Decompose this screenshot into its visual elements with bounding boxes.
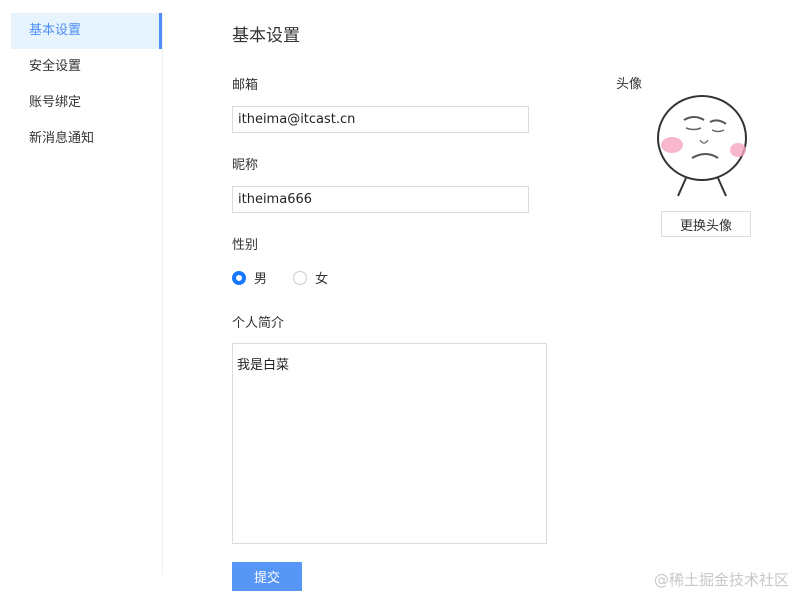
nickname-input[interactable] (232, 186, 529, 213)
gender-female-label[interactable]: 女 (315, 268, 328, 287)
submit-button[interactable]: 提交 (232, 562, 302, 591)
bio-label: 个人简介 (232, 316, 285, 331)
nickname-label: 昵称 (232, 158, 259, 173)
bio-textarea[interactable]: 我是白菜 (232, 343, 547, 544)
email-label: 邮箱 (232, 78, 259, 93)
sidebar-item-notifications[interactable]: 新消息通知 (11, 121, 162, 157)
email-input[interactable] (232, 106, 529, 133)
gender-male-label[interactable]: 男 (254, 268, 267, 287)
gender-radio-group: 男 女 (232, 268, 350, 287)
gender-label: 性别 (232, 238, 259, 253)
avatar-image (657, 95, 747, 197)
sidebar-item-basic-settings[interactable]: 基本设置 (11, 13, 162, 49)
avatar-label: 头像 (616, 77, 643, 92)
sidebar-item-account-binding[interactable]: 账号绑定 (11, 85, 162, 121)
watermark: @稀土掘金技术社区 (653, 571, 789, 589)
sidebar-item-security-settings[interactable]: 安全设置 (11, 49, 162, 85)
gender-female-radio[interactable] (293, 270, 308, 285)
sidebar: 基本设置 安全设置 账号绑定 新消息通知 (11, 13, 163, 575)
gender-male-radio[interactable] (232, 270, 246, 285)
change-avatar-button[interactable]: 更换头像 (661, 211, 751, 237)
page-title: 基本设置 (232, 26, 300, 46)
